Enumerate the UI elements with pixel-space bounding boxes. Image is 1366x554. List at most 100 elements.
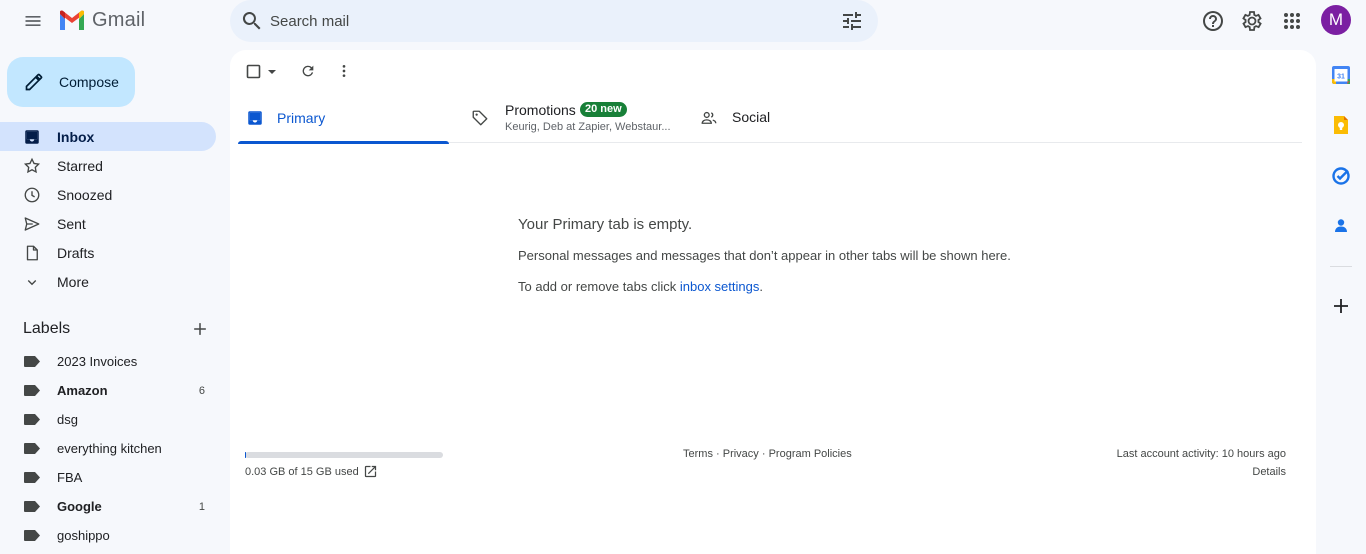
inbox-settings-link[interactable]: inbox settings — [680, 279, 760, 294]
main-menu-button[interactable] — [16, 4, 50, 38]
calendar-icon[interactable]: 31 — [1331, 65, 1351, 85]
select-options-dropdown[interactable] — [266, 64, 278, 85]
terms-link[interactable]: Terms — [683, 448, 713, 460]
keep-icon[interactable] — [1331, 115, 1351, 135]
tab-senders-snippet: Keurig, Deb at Zapier, Webstaur... — [505, 121, 671, 133]
program-policies-link[interactable]: Program Policies — [769, 448, 852, 460]
more-vert-icon — [342, 65, 346, 77]
label-name: everything kitchen — [57, 441, 162, 456]
nav-item-more[interactable]: More — [0, 267, 216, 296]
new-count-badge: 20 new — [580, 102, 627, 117]
label-name: goshippo — [57, 528, 110, 543]
privacy-link[interactable]: Privacy — [723, 448, 759, 460]
label-count: 6 — [198, 384, 205, 397]
refresh-icon — [302, 65, 314, 77]
search-options-icon[interactable] — [840, 9, 864, 33]
refresh-button[interactable] — [300, 63, 316, 84]
google-apps-icon[interactable] — [1280, 9, 1304, 33]
label-tag-icon — [24, 385, 40, 396]
label-name: 2023 Invoices — [57, 354, 138, 369]
compose-button[interactable]: Compose — [7, 57, 135, 107]
search-input[interactable] — [270, 8, 830, 34]
label-list: 2023 Invoices Amazon 6 dsg everything ki… — [0, 347, 216, 550]
side-panel-divider — [1330, 266, 1352, 267]
label-item[interactable]: FBA — [0, 463, 216, 492]
top-bar: Gmail M — [0, 0, 1366, 42]
label-tag-icon — [24, 443, 40, 454]
add-icon[interactable] — [1331, 296, 1351, 316]
storage-usage-bar — [245, 452, 443, 458]
label-item[interactable]: dsg — [0, 405, 216, 434]
nav-label: Snoozed — [57, 186, 113, 203]
label-name: dsg — [57, 412, 78, 427]
tab-label: Social — [732, 109, 771, 125]
search-icon[interactable] — [240, 9, 264, 33]
nav-label: Inbox — [57, 128, 95, 145]
nav-item-drafts[interactable]: Drafts — [0, 238, 216, 267]
tab-social[interactable]: Social — [700, 94, 900, 143]
compose-label: Compose — [59, 74, 119, 90]
settings-gear-icon[interactable] — [1240, 9, 1264, 33]
label-item[interactable]: 2023 Invoices — [0, 347, 216, 376]
category-tabs: Primary Promotions 20 new Keurig, Deb at… — [238, 94, 1302, 144]
help-icon[interactable] — [1201, 9, 1225, 33]
open-in-new-icon[interactable] — [363, 464, 378, 479]
tab-primary[interactable]: Primary — [238, 94, 449, 144]
activity-details-link[interactable]: Details — [1252, 466, 1286, 478]
label-item[interactable]: Google 1 — [0, 492, 216, 521]
storage-usage-text: 0.03 GB of 15 GB used — [245, 466, 359, 478]
tag-icon — [472, 110, 488, 126]
people-icon — [701, 111, 717, 124]
label-name: FBA — [57, 470, 83, 485]
nav-label: Drafts — [57, 244, 95, 261]
tab-label: Promotions — [505, 102, 576, 118]
nav-item-starred[interactable]: Starred — [0, 151, 216, 180]
draft-icon — [26, 245, 38, 261]
footer-links: Terms · Privacy · Program Policies — [683, 448, 852, 460]
checkbox-icon — [246, 64, 261, 79]
label-name: Amazon — [57, 383, 108, 398]
inbox-icon — [25, 130, 39, 144]
label-tag-icon — [24, 414, 40, 425]
contacts-icon[interactable] — [1331, 216, 1351, 236]
label-item[interactable]: goshippo — [0, 521, 216, 550]
pencil-icon — [25, 73, 43, 91]
label-item[interactable]: Amazon 6 — [0, 376, 216, 405]
label-tag-icon — [24, 530, 40, 541]
settings-hint-prefix: To add or remove tabs click — [518, 279, 680, 294]
label-name: Google — [57, 499, 102, 514]
select-all-checkbox[interactable] — [246, 64, 262, 85]
labels-heading: Labels — [23, 320, 71, 337]
label-count: 1 — [198, 500, 205, 513]
nav-item-inbox[interactable]: Inbox — [0, 122, 216, 151]
label-tag-icon — [24, 356, 40, 367]
send-icon — [24, 217, 40, 231]
tab-promotions[interactable]: Promotions 20 new Keurig, Deb at Zapier,… — [469, 94, 699, 143]
caret-down-icon — [268, 70, 276, 74]
hamburger-menu-icon — [25, 16, 41, 26]
mail-list-panel: Primary Promotions 20 new Keurig, Deb at… — [230, 50, 1316, 554]
label-item[interactable]: everything kitchen — [0, 434, 216, 463]
last-account-activity: Last account activity: 10 hours ago — [1116, 448, 1286, 460]
star-icon — [23, 157, 41, 174]
label-tag-icon — [24, 472, 40, 483]
footer-separator: · — [758, 448, 769, 460]
nav-item-snoozed[interactable]: Snoozed — [0, 180, 216, 209]
account-avatar[interactable]: M — [1321, 5, 1351, 35]
empty-state-message: Personal messages and messages that don’… — [518, 248, 1011, 263]
search-bar — [230, 0, 878, 42]
empty-state: Your Primary tab is empty. Personal mess… — [518, 216, 1078, 294]
nav-label: More — [57, 273, 89, 290]
tasks-icon[interactable] — [1331, 166, 1351, 186]
nav-item-sent[interactable]: Sent — [0, 209, 216, 238]
more-actions-button[interactable] — [336, 63, 352, 84]
app-name: Gmail — [92, 9, 146, 31]
gmail-logo[interactable]: Gmail — [58, 9, 145, 32]
gmail-m-icon — [60, 9, 84, 30]
calendar-day-text: 31 — [1337, 74, 1345, 81]
mail-nav: Inbox Starred Snoozed Sent Drafts More — [0, 122, 216, 296]
add-label-icon[interactable] — [190, 319, 210, 339]
tab-label: Primary — [277, 110, 326, 126]
clock-icon — [24, 187, 40, 203]
footer-separator: · — [712, 448, 723, 460]
